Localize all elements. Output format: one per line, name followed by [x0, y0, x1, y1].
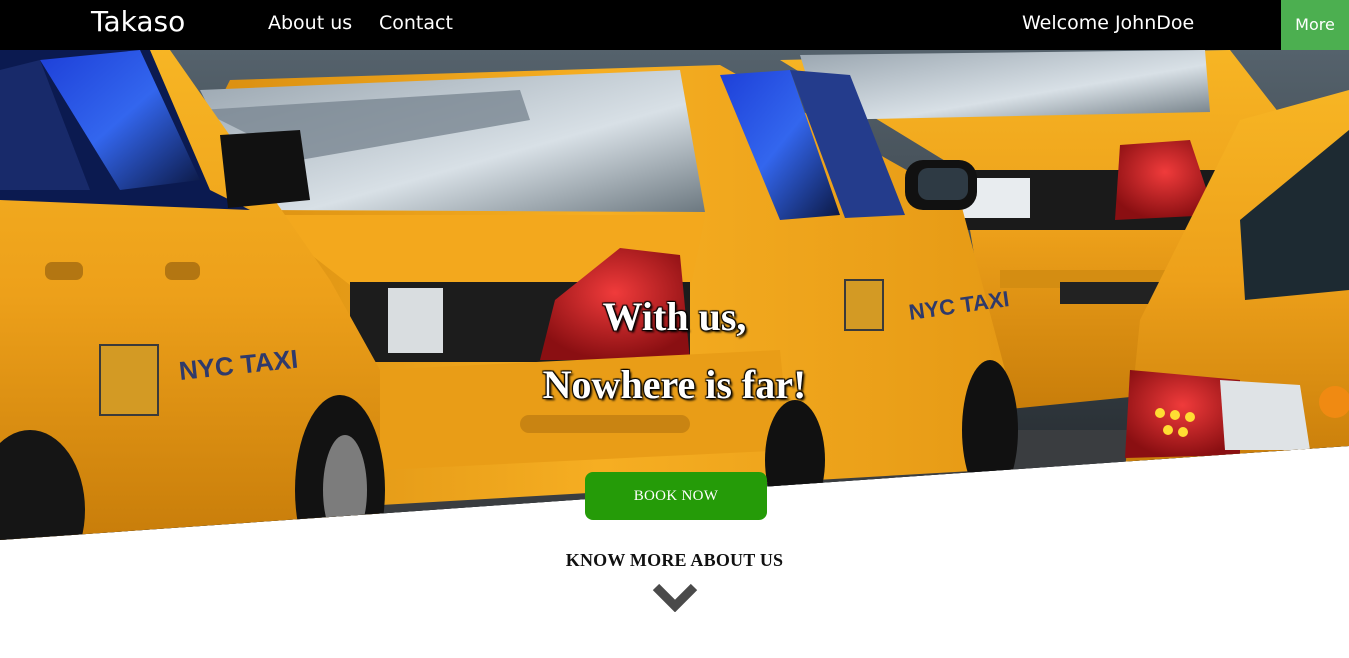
navbar: Takaso About us Contact Welcome JohnDoe …: [0, 0, 1349, 50]
chevron-down-icon[interactable]: [652, 582, 698, 612]
welcome-user-text: Welcome JohnDoe: [1022, 12, 1195, 34]
book-now-button[interactable]: BOOK NOW: [585, 472, 767, 520]
nav-link-contact[interactable]: Contact: [379, 11, 453, 35]
nav-link-about-us[interactable]: About us: [268, 11, 352, 35]
know-more-about-us-link[interactable]: KNOW MORE ABOUT US: [0, 549, 1349, 571]
brand-logo[interactable]: Takaso: [91, 5, 185, 39]
hero-headline-line-2: Nowhere is far!: [542, 362, 807, 407]
more-button[interactable]: More: [1281, 0, 1349, 50]
hero-headline-line-1: With us,: [602, 294, 747, 339]
